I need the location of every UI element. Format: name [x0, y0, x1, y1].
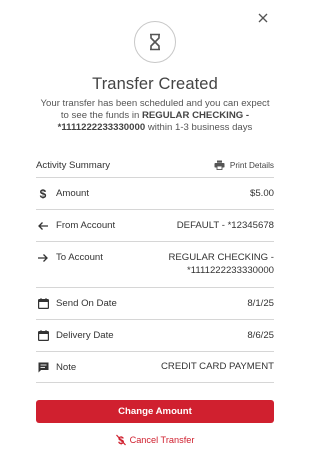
- send-date-row: Send On Date 8/1/25: [36, 287, 274, 319]
- from-account-row: From Account DEFAULT - *12345678: [36, 209, 274, 241]
- printer-icon: [214, 160, 225, 170]
- delivery-date-value: 8/6/25: [247, 329, 274, 341]
- delivery-date-label: Delivery Date: [56, 330, 114, 341]
- description-text-end: within 1-3 business days: [145, 122, 253, 134]
- send-date-value: 8/1/25: [247, 297, 274, 309]
- to-account-label: To Account: [56, 252, 103, 263]
- amount-label: Amount: [56, 188, 90, 199]
- activity-summary-title: Activity Summary: [36, 159, 111, 171]
- from-account-label: From Account: [56, 220, 116, 231]
- dialog-description: Your transfer has been scheduled and you…: [36, 98, 274, 135]
- svg-text:$: $: [40, 187, 47, 200]
- delivery-date-row: Delivery Date 8/6/25: [36, 319, 274, 351]
- close-button[interactable]: [256, 11, 270, 25]
- close-icon: [258, 13, 268, 23]
- amount-value: $5.00: [249, 187, 274, 199]
- status-icon-circle: [134, 21, 176, 63]
- to-account-number: *1111222233330000: [187, 264, 274, 276]
- note-icon: [37, 361, 49, 373]
- note-label: Note: [56, 361, 77, 373]
- to-account-value: REGULAR CHECKING - *1111222233330000: [168, 252, 274, 277]
- calendar-icon: [37, 330, 49, 342]
- print-details-label: Print Details: [229, 160, 274, 170]
- change-amount-button[interactable]: Change Amount: [36, 400, 274, 423]
- calendar-icon: [37, 298, 49, 310]
- send-date-label: Send On Date: [56, 298, 117, 309]
- print-details-button[interactable]: Print Details: [214, 160, 274, 170]
- dialog-title: Transfer Created: [92, 75, 218, 93]
- from-account-value: DEFAULT - *12345678: [176, 219, 274, 231]
- to-account-row: To Account REGULAR CHECKING - *111122223…: [36, 241, 274, 287]
- note-row: Note CREDIT CARD PAYMENT: [36, 351, 274, 383]
- note-value: CREDIT CARD PAYMENT: [160, 361, 274, 372]
- cancel-transfer-label: Cancel Transfer: [129, 435, 195, 445]
- dollar-icon: $: [37, 187, 49, 200]
- hourglass-icon: [150, 33, 160, 51]
- arrow-left-icon: [37, 220, 49, 232]
- activity-summary-header: Activity Summary Print Details: [36, 155, 274, 175]
- cancel-transfer-button[interactable]: $ Cancel Transfer: [0, 434, 310, 446]
- to-account-name: REGULAR CHECKING -: [168, 252, 274, 263]
- arrow-right-icon: [37, 252, 49, 264]
- amount-row: $ Amount $5.00: [36, 177, 274, 209]
- cancel-dollar-icon: $: [115, 434, 126, 446]
